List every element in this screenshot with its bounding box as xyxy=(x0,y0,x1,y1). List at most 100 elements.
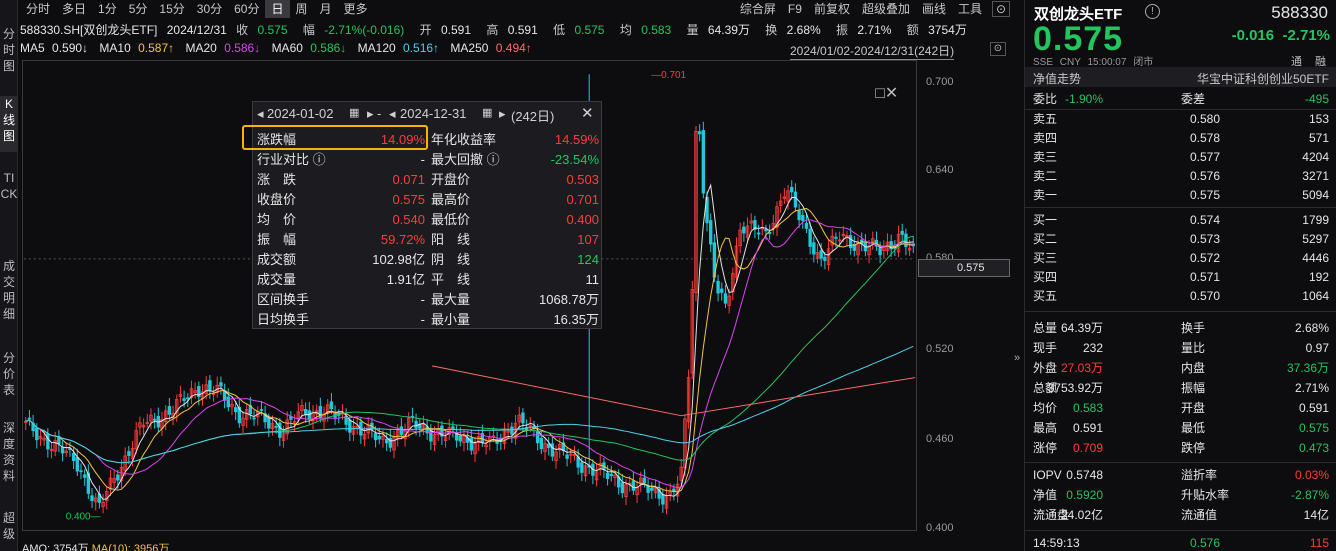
stat-label: 现手 xyxy=(1033,341,1058,355)
stat-value: 0.591 xyxy=(1298,401,1329,415)
period-15min[interactable]: 15分 xyxy=(153,0,190,18)
calendar-icon[interactable]: ▦ xyxy=(349,106,359,119)
ma60: MA60 0.586↓ xyxy=(271,41,347,55)
stat-label: 量比 xyxy=(1181,341,1206,355)
bid-volume: 4446 xyxy=(1302,251,1329,265)
settings-icon[interactable]: ⊙ xyxy=(992,1,1010,17)
bid-row: 买一 0.574 1799 xyxy=(1025,211,1336,230)
candle-body xyxy=(27,417,32,420)
candle-body xyxy=(650,487,654,491)
close-icon[interactable]: ✕ xyxy=(581,104,594,122)
period-multiday[interactable]: 多日 xyxy=(56,0,92,18)
adjust-button[interactable]: 前复权 xyxy=(808,0,856,18)
prev-icon[interactable]: ◂ xyxy=(389,106,396,122)
info-icon[interactable]: ! xyxy=(1145,4,1160,19)
composite-screen-button[interactable]: 综合屏 xyxy=(734,0,782,18)
candle-body xyxy=(661,494,665,505)
overlay-button[interactable]: 超级叠加 xyxy=(856,0,916,18)
stat-value: 0.540 xyxy=(392,212,425,227)
collapse-icon[interactable]: » xyxy=(1014,352,1024,364)
candle-body xyxy=(605,472,610,479)
tick-time: 14:59:13 xyxy=(1033,536,1080,550)
prev-icon[interactable]: ◂ xyxy=(257,106,264,122)
start-date[interactable]: 2024-01-02 xyxy=(267,106,334,121)
stat-label: 涨停 xyxy=(1033,441,1058,455)
stat-label: 区间换手 xyxy=(257,292,310,307)
stat-label: 跌停 xyxy=(1181,441,1206,455)
f9-button[interactable]: F9 xyxy=(782,0,808,18)
security-code: 588330.SH[双创龙头ETF] xyxy=(20,23,158,37)
stat-row: 现手 232 量比 0.97 xyxy=(1025,339,1336,358)
stat-row: 最高 0.591 最低 0.575 xyxy=(1025,419,1336,438)
draw-button[interactable]: 画线 xyxy=(916,0,952,18)
bid-label: 买二 xyxy=(1033,232,1058,246)
stat-label: 换手 xyxy=(1181,321,1206,335)
candle-body xyxy=(819,250,823,260)
stat-row: 涨停 0.709 跌停 0.473 xyxy=(1025,439,1336,458)
tab-super[interactable]: 超级 xyxy=(0,510,18,550)
candle-body xyxy=(303,409,308,416)
period-day[interactable]: 日 xyxy=(265,0,290,18)
stat-value: 0.575 xyxy=(1298,421,1329,435)
bid-volume: 192 xyxy=(1308,270,1329,284)
period-30min[interactable]: 30分 xyxy=(191,0,228,18)
period-week[interactable]: 周 xyxy=(290,0,314,18)
bid-price: 0.573 xyxy=(1189,232,1221,246)
candle-body xyxy=(469,437,474,451)
stat-value: 232 xyxy=(1082,341,1103,355)
maximize-icon[interactable]: □✕ xyxy=(875,85,898,102)
tab-tick[interactable]: TICK xyxy=(0,170,18,242)
candle-body xyxy=(274,425,278,428)
candle-body xyxy=(646,485,650,493)
bid-price: 0.574 xyxy=(1189,213,1221,227)
period-more[interactable]: 更多 xyxy=(338,0,374,18)
period-5min[interactable]: 5分 xyxy=(123,0,154,18)
next-icon[interactable]: ▸ xyxy=(367,106,374,122)
stat-label: 最低 xyxy=(1181,421,1206,435)
candle-body xyxy=(812,242,816,255)
candle-body xyxy=(182,398,186,401)
candle-body xyxy=(60,447,65,454)
period-intraday[interactable]: 分时 xyxy=(20,0,56,18)
stat-value: 0.5748 xyxy=(1066,468,1103,482)
tab-kline[interactable]: K线图 xyxy=(0,96,18,152)
high-mark: —0.701 xyxy=(651,70,686,81)
next-icon[interactable]: ▸ xyxy=(499,106,506,122)
nav-trend-link[interactable]: 净值走势 xyxy=(1033,70,1081,87)
stat-label: 成交量 xyxy=(257,272,297,287)
period-1min[interactable]: 1分 xyxy=(92,0,123,18)
stat-label: 年化收益率 xyxy=(431,132,497,147)
bid-row: 买五 0.570 1064 xyxy=(1025,287,1336,306)
tab-intraday[interactable]: 分时图 xyxy=(0,26,18,82)
candle-body xyxy=(764,229,768,232)
ask-label: 卖一 xyxy=(1033,188,1058,202)
candle-body xyxy=(46,433,50,450)
moving-average-row: MA5 0.590↓ MA10 0.587↑ MA20 0.586↓ MA60 … xyxy=(20,41,540,59)
candle-body xyxy=(186,397,190,400)
range-dash: - xyxy=(377,106,382,121)
stat-label: 溢折率 xyxy=(1181,468,1218,482)
stat-value: - xyxy=(420,152,425,167)
tab-depth-data[interactable]: 深度资料 xyxy=(0,420,18,492)
y-tick: 0.520 xyxy=(926,343,954,355)
tab-price-table[interactable]: 分价表 xyxy=(0,350,18,406)
period-month[interactable]: 月 xyxy=(314,0,338,18)
ask-price: 0.580 xyxy=(1189,112,1221,126)
stat-label: 开盘 xyxy=(1181,401,1206,415)
fund-subheader: 净值走势 华宝中证科创创业50ETF xyxy=(1025,67,1336,87)
date-range-selector[interactable]: 2024/01/02-2024/12/31(242日) xyxy=(790,42,955,60)
open-label: 开 0.591 xyxy=(419,23,472,37)
stat-label: 外盘 xyxy=(1033,361,1058,375)
ask-price: 0.576 xyxy=(1189,169,1221,183)
stat-label: 均 价 xyxy=(257,212,297,227)
ma120: MA120 0.516↑ xyxy=(357,41,440,55)
ma10: MA10 0.587↑ xyxy=(99,41,175,55)
tab-trade-detail[interactable]: 成交明细 xyxy=(0,258,18,330)
close-icon[interactable]: ⊙ xyxy=(990,42,1006,56)
calendar-icon[interactable]: ▦ xyxy=(482,106,492,119)
end-date[interactable]: 2024-12-31 xyxy=(400,106,467,121)
stat-value: 64.39万 xyxy=(1060,321,1103,335)
tools-button[interactable]: 工具 xyxy=(952,0,988,18)
candle-body xyxy=(219,382,223,387)
period-60min[interactable]: 60分 xyxy=(228,0,265,18)
